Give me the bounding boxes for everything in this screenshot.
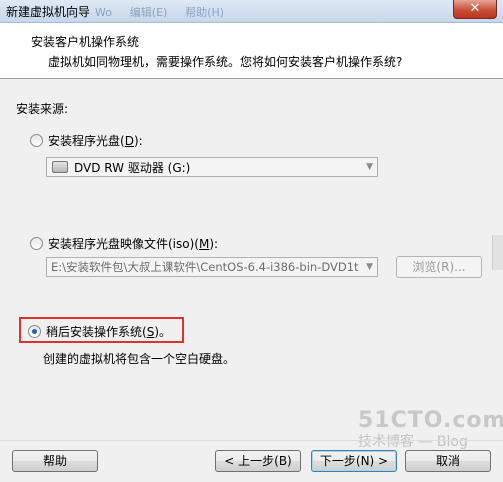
optical-drive-icon <box>52 161 68 173</box>
drive-select[interactable]: DVD RW 驱动器 (G:) ▼ <box>46 157 378 177</box>
help-button[interactable]: 帮助 <box>12 450 98 472</box>
footer-divider <box>0 440 503 441</box>
next-button[interactable]: 下一步(N) > <box>311 450 397 472</box>
iso-path-select[interactable]: E:\安装软件包\大叔上课软件\CentOS-6.4-i386-bin-DVD1… <box>46 257 378 277</box>
install-later-hint: 创建的虚拟机将包含一个空白硬盘。 <box>43 352 236 366</box>
chevron-down-icon: ▼ <box>366 262 373 272</box>
annotation-highlight-box <box>19 317 184 343</box>
background-window-ghost-text: Wo 编辑(E) 帮助(H) <box>95 4 238 20</box>
wizard-header: 安装客户机操作系统 虚拟机如同物理机，需要操作系统。您将如何安装客户机操作系统? <box>0 23 503 79</box>
back-button[interactable]: < 上一步(B) <box>215 450 301 472</box>
iso-path-value: E:\安装软件包\大叔上课软件\CentOS-6.4-i386-bin-DVD1… <box>51 260 359 274</box>
radio-label-installer-disc: 安装程序光盘(D): <box>48 134 143 148</box>
ghost-text-3: 帮助(H) <box>185 6 225 19</box>
radio-button[interactable] <box>30 237 43 250</box>
watermark-line1: 51CTO.com <box>358 408 503 433</box>
page-title: 安装客户机操作系统 <box>31 35 140 49</box>
radio-installer-disc[interactable]: 安装程序光盘(D): <box>30 132 143 149</box>
radio-iso-image[interactable]: 安装程序光盘映像文件(iso)(M): <box>30 235 218 252</box>
cancel-button[interactable]: 取消 <box>405 450 491 472</box>
browse-button[interactable]: 浏览(R)... <box>396 256 482 278</box>
watermark-line2: 技术博客 — Blog <box>358 434 468 450</box>
watermark: 51CTO.com 技术博客 — Blog <box>358 408 503 451</box>
title-bar: 新建虚拟机向导 Wo 编辑(E) 帮助(H) ✕ <box>0 0 503 23</box>
window-title: 新建虚拟机向导 <box>6 5 91 19</box>
page-subtitle: 虚拟机如同物理机，需要操作系统。您将如何安装客户机操作系统? <box>48 55 403 69</box>
ghost-text-2: 编辑(E) <box>129 6 168 19</box>
install-source-label: 安装来源: <box>16 102 69 116</box>
chevron-down-icon: ▼ <box>366 162 373 172</box>
radio-label-iso-image: 安装程序光盘映像文件(iso)(M): <box>48 237 219 251</box>
close-icon: ✕ <box>469 1 481 16</box>
ghost-text-1: Wo <box>95 6 112 19</box>
scrollbar[interactable] <box>492 235 503 270</box>
drive-select-value: DVD RW 驱动器 (G:) <box>74 160 191 175</box>
radio-button[interactable] <box>30 134 43 147</box>
close-button[interactable]: ✕ <box>453 0 497 19</box>
